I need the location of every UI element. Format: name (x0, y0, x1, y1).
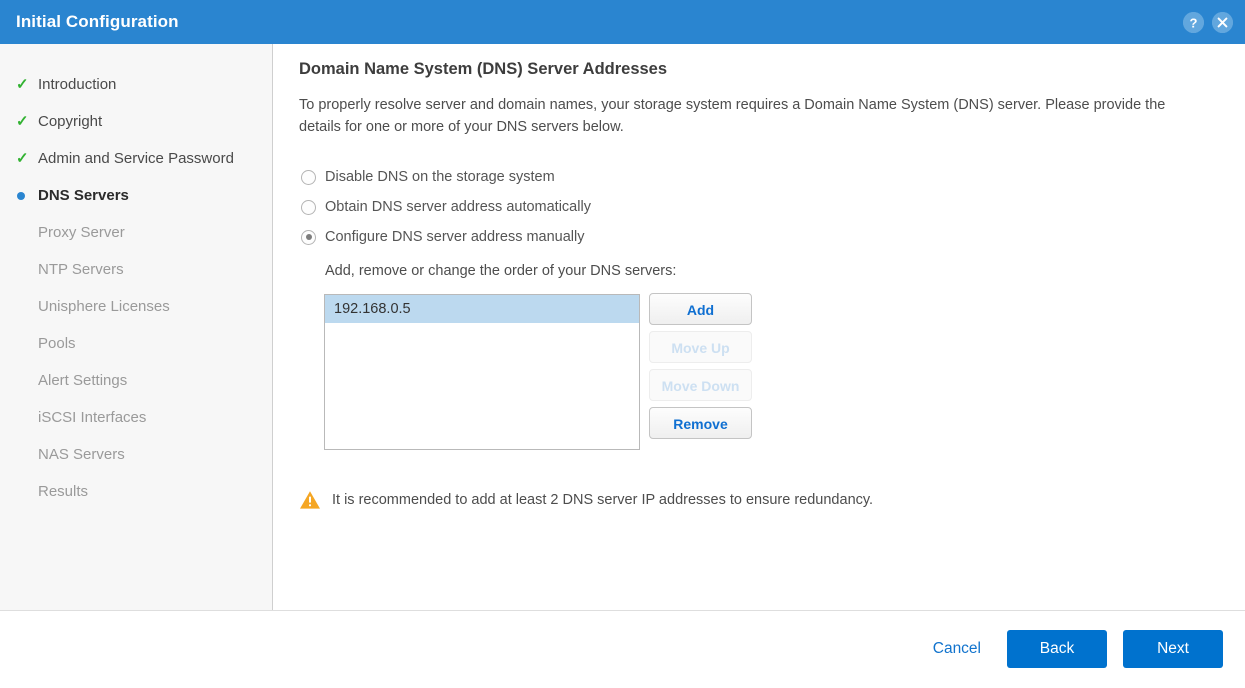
sidebar-item-label: Results (38, 483, 89, 500)
sidebar-item-admin-and-service-password[interactable]: ✓ Admin and Service Password (0, 140, 272, 177)
bullet-dot-icon (16, 191, 38, 200)
sidebar-item-label: Proxy Server (38, 224, 125, 241)
check-icon: ✓ (16, 113, 29, 130)
sidebar-item-copyright[interactable]: ✓ Copyright (0, 103, 272, 140)
footer-buttons: Cancel Back Next (923, 630, 1223, 668)
sidebar-item-pools[interactable]: Pools (0, 325, 272, 362)
page-title: Domain Name System (DNS) Server Addresse… (299, 60, 668, 78)
add-button[interactable]: Add (649, 293, 752, 325)
sidebar-item-ntp-servers[interactable]: NTP Servers (0, 251, 272, 288)
initial-configuration-window: Initial Configuration ? ✓ Introduction ✓… (0, 0, 1245, 688)
cancel-button[interactable]: Cancel (923, 634, 991, 664)
next-button[interactable]: Next (1123, 630, 1223, 668)
check-icon: ✓ (16, 150, 29, 167)
sidebar-item-label: Copyright (38, 113, 103, 130)
window-title: Initial Configuration (16, 12, 179, 31)
window-titlebar: Initial Configuration ? (0, 0, 1245, 44)
radio-label: Configure DNS server address manually (325, 229, 585, 245)
radio-label: Disable DNS on the storage system (325, 169, 555, 185)
sidebar-item-results[interactable]: Results (0, 473, 272, 510)
radio-disable-dns[interactable]: Disable DNS on the storage system (301, 162, 591, 192)
sidebar-item-label: DNS Servers (38, 187, 129, 204)
dns-mode-radio-group: Disable DNS on the storage system Obtain… (301, 162, 591, 252)
sidebar-item-label: Alert Settings (38, 372, 128, 389)
sidebar-item-dns-servers[interactable]: DNS Servers (0, 177, 272, 214)
page-description: To properly resolve server and domain na… (299, 97, 1166, 135)
close-circle-icon[interactable] (1212, 11, 1233, 33)
help-circle-icon[interactable]: ? (1183, 11, 1204, 33)
sidebar-item-label: NAS Servers (38, 446, 125, 463)
check-icon: ✓ (16, 76, 29, 93)
main-content: Domain Name System (DNS) Server Addresse… (274, 44, 1245, 610)
sidebar-item-proxy-server[interactable]: Proxy Server (0, 214, 272, 251)
remove-button[interactable]: Remove (649, 407, 752, 439)
sidebar-item-label: Admin and Service Password (38, 150, 234, 167)
radio-button-icon (301, 199, 316, 215)
sidebar-item-label: iSCSI Interfaces (38, 409, 147, 426)
titlebar-actions: ? (1183, 0, 1233, 44)
move-down-button: Move Down (649, 369, 752, 401)
redundancy-warning: It is recommended to add at least 2 DNS … (299, 490, 873, 510)
sidebar-item-introduction[interactable]: ✓ Introduction (0, 66, 272, 103)
dns-list-button-column: Add Move Up Move Down Remove (649, 293, 752, 439)
sidebar-item-iscsi-interfaces[interactable]: iSCSI Interfaces (0, 399, 272, 436)
sidebar-item-alert-settings[interactable]: Alert Settings (0, 362, 272, 399)
radio-button-icon (301, 169, 316, 185)
sidebar-item-nas-servers[interactable]: NAS Servers (0, 436, 272, 473)
dns-server-listbox[interactable]: 192.168.0.5 (324, 294, 640, 450)
warning-triangle-icon (299, 490, 321, 510)
dns-list-caption: Add, remove or change the order of your … (325, 263, 677, 279)
sidebar-item-label: Pools (38, 335, 76, 352)
wizard-footer: Cancel Back Next (0, 610, 1245, 688)
radio-button-selected-icon (301, 229, 316, 245)
sidebar-item-unisphere-licenses[interactable]: Unisphere Licenses (0, 288, 272, 325)
sidebar-item-label: Unisphere Licenses (38, 298, 170, 315)
warning-text: It is recommended to add at least 2 DNS … (332, 492, 874, 508)
svg-text:?: ? (1190, 15, 1198, 30)
radio-label: Obtain DNS server address automatically (325, 199, 591, 215)
move-up-button: Move Up (649, 331, 752, 363)
sidebar-item-label: Introduction (38, 76, 117, 93)
wizard-sidebar: ✓ Introduction ✓ Copyright ✓ Admin and S… (0, 44, 273, 610)
list-item[interactable]: 192.168.0.5 (325, 295, 639, 323)
sidebar-item-label: NTP Servers (38, 261, 124, 278)
back-button[interactable]: Back (1007, 630, 1107, 668)
radio-obtain-dns-automatically[interactable]: Obtain DNS server address automatically (301, 192, 591, 222)
radio-configure-dns-manually[interactable]: Configure DNS server address manually (301, 222, 591, 252)
